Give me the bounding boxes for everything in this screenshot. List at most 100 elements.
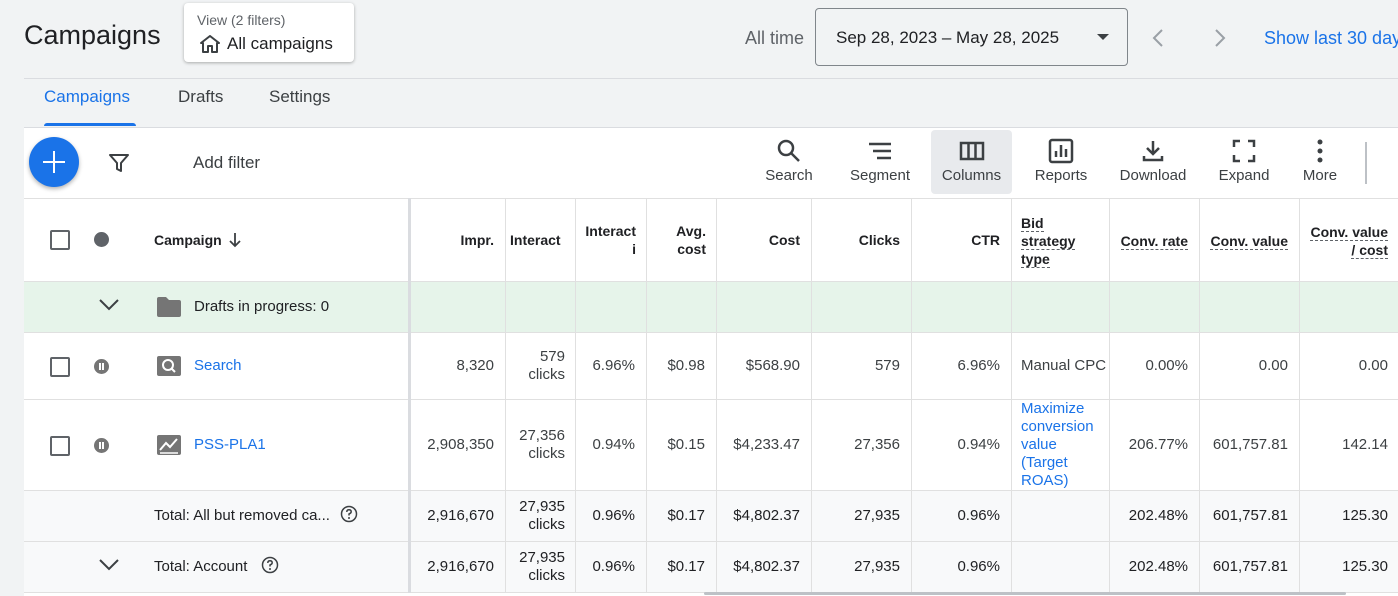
cell-conv-value: 601,757.81 bbox=[1212, 558, 1288, 575]
reports-icon bbox=[1048, 138, 1074, 164]
toolbar-search-label: Search bbox=[765, 167, 813, 184]
column-header-campaign[interactable]: Campaign bbox=[154, 231, 242, 249]
paused-status-icon[interactable] bbox=[94, 438, 109, 453]
cell-line: clicks bbox=[528, 567, 565, 584]
toolbar-download-label: Download bbox=[1119, 167, 1187, 184]
cell-impr: 2,908,350 bbox=[427, 436, 494, 453]
cell-cost: $4,233.47 bbox=[733, 436, 800, 453]
total-filtered-label: Total: All but removed ca... bbox=[154, 507, 330, 524]
home-icon bbox=[200, 35, 220, 53]
column-header-conv-value[interactable]: Conv. value bbox=[1203, 232, 1288, 250]
cell-avg-cost: $0.15 bbox=[667, 436, 705, 453]
cell-avg-cost: $0.98 bbox=[667, 357, 705, 374]
add-filter-button[interactable]: Add filter bbox=[193, 153, 260, 173]
cell-line: ROAS) bbox=[1021, 472, 1069, 489]
column-header-ctr[interactable]: CTR bbox=[915, 231, 1000, 249]
toolbar-columns-button[interactable]: Columns bbox=[931, 130, 1012, 194]
cell-conv-rate: 0.00% bbox=[1145, 357, 1188, 374]
campaign-name-link[interactable]: Search bbox=[194, 357, 242, 374]
filter-icon[interactable] bbox=[107, 151, 131, 175]
cell-interaction-rate: 6.96% bbox=[592, 357, 635, 374]
chevron-right-icon[interactable] bbox=[1207, 26, 1231, 50]
row-checkbox[interactable] bbox=[50, 436, 70, 456]
date-range-picker[interactable]: Sep 28, 2023 – May 28, 2025 bbox=[815, 8, 1128, 66]
cell-ctr: 0.94% bbox=[957, 436, 1000, 453]
select-all-checkbox[interactable] bbox=[50, 230, 70, 250]
header-line: Conv. rate bbox=[1120, 233, 1188, 250]
column-header-interactions[interactable]: Interact bbox=[510, 231, 566, 249]
toolbar-divider bbox=[1365, 142, 1367, 184]
cell-conv-value: 601,757.81 bbox=[1212, 507, 1288, 524]
active-tab-indicator bbox=[44, 123, 136, 126]
cell-cost: $568.90 bbox=[745, 357, 800, 374]
header-line: Avg. bbox=[676, 223, 706, 239]
date-range-label: All time bbox=[745, 28, 805, 48]
tabs-divider bbox=[24, 78, 1398, 79]
download-icon bbox=[1142, 141, 1164, 162]
tab-campaigns[interactable]: Campaigns bbox=[44, 87, 130, 107]
dropdown-arrow-icon bbox=[1097, 34, 1109, 40]
cell-clicks: 27,356 bbox=[854, 436, 900, 453]
cell-conv-value-cost: 125.30 bbox=[1342, 507, 1388, 524]
shopping-campaign-icon bbox=[157, 435, 181, 455]
cell-clicks: 27,935 bbox=[854, 558, 900, 575]
toolbar-segment-button[interactable]: Segment bbox=[844, 130, 916, 194]
help-icon[interactable] bbox=[261, 556, 279, 574]
cell-clicks: 579 bbox=[874, 357, 900, 374]
column-header-conv-value-cost[interactable]: Conv. value / cost bbox=[1300, 223, 1388, 259]
cell-line: clicks bbox=[528, 516, 565, 533]
toolbar-expand-button[interactable]: Expand bbox=[1212, 130, 1276, 194]
chevron-down-icon[interactable] bbox=[98, 558, 120, 572]
paused-status-icon[interactable] bbox=[94, 359, 109, 374]
folder-icon bbox=[157, 297, 181, 317]
segment-icon bbox=[869, 142, 891, 160]
header-line: Bid bbox=[1021, 215, 1044, 232]
cell-conv-rate: 202.48% bbox=[1128, 507, 1188, 524]
column-header-bid-strategy-type[interactable]: Bid strategy type bbox=[1021, 214, 1076, 268]
chevron-left-icon[interactable] bbox=[1147, 26, 1171, 50]
cell-impr: 2,916,670 bbox=[427, 558, 494, 575]
drafts-in-progress-label[interactable]: Drafts in progress: 0 bbox=[194, 298, 329, 315]
column-header-conv-rate[interactable]: Conv. rate bbox=[1113, 232, 1188, 250]
cell-bid-strategy-link[interactable]: Maximize conversion value (Target ROAS) bbox=[1021, 400, 1094, 490]
cell-avg-cost: $0.17 bbox=[667, 507, 705, 524]
header-line: Interact bbox=[585, 223, 636, 239]
cell-line: clicks bbox=[528, 366, 565, 383]
cell-line: 27,935 bbox=[519, 549, 565, 566]
show-last-30-days-link[interactable]: Show last 30 days bbox=[1264, 28, 1398, 49]
column-header-impr[interactable]: Impr. bbox=[414, 231, 494, 249]
header-line: cost bbox=[677, 241, 706, 257]
tab-settings[interactable]: Settings bbox=[269, 87, 330, 107]
cell-conv-value-cost: 0.00 bbox=[1358, 357, 1388, 374]
cell-line: value bbox=[1021, 436, 1057, 453]
toolbar-columns-label: Columns bbox=[941, 167, 1002, 184]
column-divider bbox=[1011, 198, 1012, 593]
column-header-interaction-rate[interactable]: Interact i bbox=[580, 222, 636, 258]
chevron-down-icon[interactable] bbox=[98, 298, 120, 312]
column-divider bbox=[575, 198, 576, 593]
cell-interaction-rate: 0.96% bbox=[592, 507, 635, 524]
add-campaign-button[interactable] bbox=[29, 137, 79, 187]
grid-line bbox=[24, 198, 1398, 199]
toolbar-search-button[interactable]: Search bbox=[758, 130, 820, 194]
view-selector[interactable]: View (2 filters) All campaigns bbox=[184, 3, 354, 62]
column-header-clicks[interactable]: Clicks bbox=[815, 231, 900, 249]
cell-conv-rate: 202.48% bbox=[1128, 558, 1188, 575]
page-title: Campaigns bbox=[24, 20, 161, 50]
cell-line: (Target bbox=[1021, 454, 1068, 471]
column-header-cost[interactable]: Cost bbox=[720, 231, 800, 249]
frozen-column-divider bbox=[408, 198, 411, 593]
campaign-name-link[interactable]: PSS-PLA1 bbox=[194, 436, 266, 453]
row-checkbox[interactable] bbox=[50, 357, 70, 377]
view-name: All campaigns bbox=[227, 34, 333, 53]
tab-drafts[interactable]: Drafts bbox=[178, 87, 223, 107]
toolbar-more-button[interactable]: More bbox=[1296, 130, 1344, 194]
header-line: strategy bbox=[1021, 233, 1076, 250]
column-header-avg-cost[interactable]: Avg. cost bbox=[650, 222, 706, 258]
help-icon[interactable] bbox=[340, 505, 358, 523]
header-line: type bbox=[1021, 251, 1050, 268]
toolbar-download-button[interactable]: Download bbox=[1115, 130, 1191, 194]
columns-icon bbox=[959, 141, 984, 161]
grid-line bbox=[24, 281, 1398, 282]
toolbar-reports-button[interactable]: Reports bbox=[1030, 130, 1092, 194]
